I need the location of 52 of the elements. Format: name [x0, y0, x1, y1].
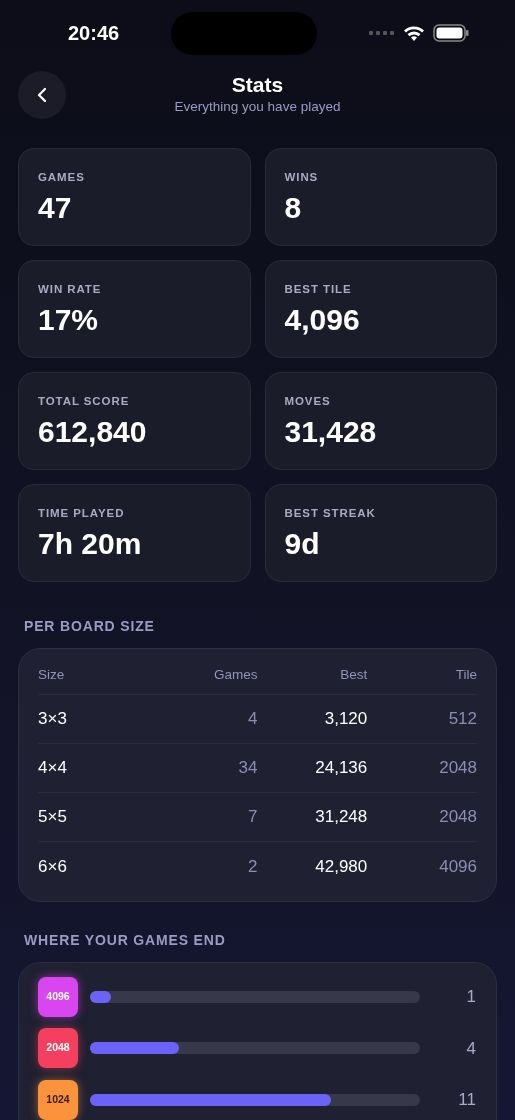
- table-cell-text: 4×4: [38, 757, 68, 780]
- stat-label: GAMES: [38, 170, 86, 185]
- count-label: 1: [465, 986, 476, 1008]
- wifi-icon: [403, 25, 425, 41]
- table-cell-text: 6×6: [38, 855, 68, 878]
- column-header: Tile: [454, 666, 477, 685]
- stat-label: WINS: [284, 170, 320, 185]
- page-title: Stats: [231, 72, 284, 97]
- stat-label: TOTAL SCORE: [38, 394, 131, 409]
- table-cell-text: 2048: [438, 757, 477, 780]
- table-cell-text: 42,980: [314, 855, 368, 878]
- table-cell-text: 5×5: [38, 806, 68, 829]
- table-cell-text: 24,136: [314, 757, 368, 780]
- table-cell-text: 512: [447, 708, 477, 731]
- table-cell-text: 2: [247, 855, 258, 878]
- stat-label: WIN RATE: [38, 282, 103, 297]
- table-cell-text: 4: [247, 708, 258, 731]
- battery-icon: [433, 24, 469, 42]
- stat-value: 612,840: [38, 414, 148, 451]
- status-time: 20:46: [68, 21, 120, 46]
- table-cell-text: 31,248: [314, 806, 368, 829]
- stat-value: 31,428: [284, 414, 378, 451]
- stat-label: TIME PLAYED: [38, 506, 126, 521]
- table-cell-text: 3×3: [38, 708, 68, 731]
- signal-icon: [369, 30, 395, 36]
- table-cell-text: 4096: [438, 855, 477, 878]
- count-label: 11: [457, 1089, 476, 1111]
- back-icon: [37, 87, 47, 103]
- table-cell-text: 34: [237, 757, 258, 780]
- stat-label: MOVES: [284, 394, 332, 409]
- tile-badge: 1024: [38, 1079, 78, 1120]
- table-cell-text: 7: [247, 806, 258, 829]
- count-label: 4: [465, 1037, 476, 1060]
- stat-value: 17%: [38, 302, 100, 339]
- section-heading: WHERE YOUR GAMES END: [23, 931, 227, 950]
- column-header: Best: [339, 666, 368, 685]
- stat-value: 4,096: [284, 302, 361, 339]
- column-header: Games: [213, 666, 258, 685]
- tile-badge: 2048: [38, 1028, 78, 1069]
- column-header: Size: [38, 666, 66, 685]
- stat-label: BEST TILE: [284, 282, 353, 297]
- page-subtitle: Everything you have played: [174, 97, 341, 116]
- section-heading: PER BOARD SIZE: [23, 617, 156, 636]
- stat-value: 8: [284, 190, 303, 227]
- stat-label: BEST STREAK: [284, 506, 377, 521]
- stat-value: 47: [38, 190, 73, 227]
- back-button[interactable]: [18, 71, 66, 119]
- stat-value: 7h 20m: [38, 526, 143, 563]
- tile-badge: 4096: [38, 976, 78, 1017]
- table-cell-text: 2048: [438, 806, 477, 829]
- table-cell-text: 3,120: [323, 708, 368, 731]
- stat-value: 9d: [284, 526, 321, 563]
